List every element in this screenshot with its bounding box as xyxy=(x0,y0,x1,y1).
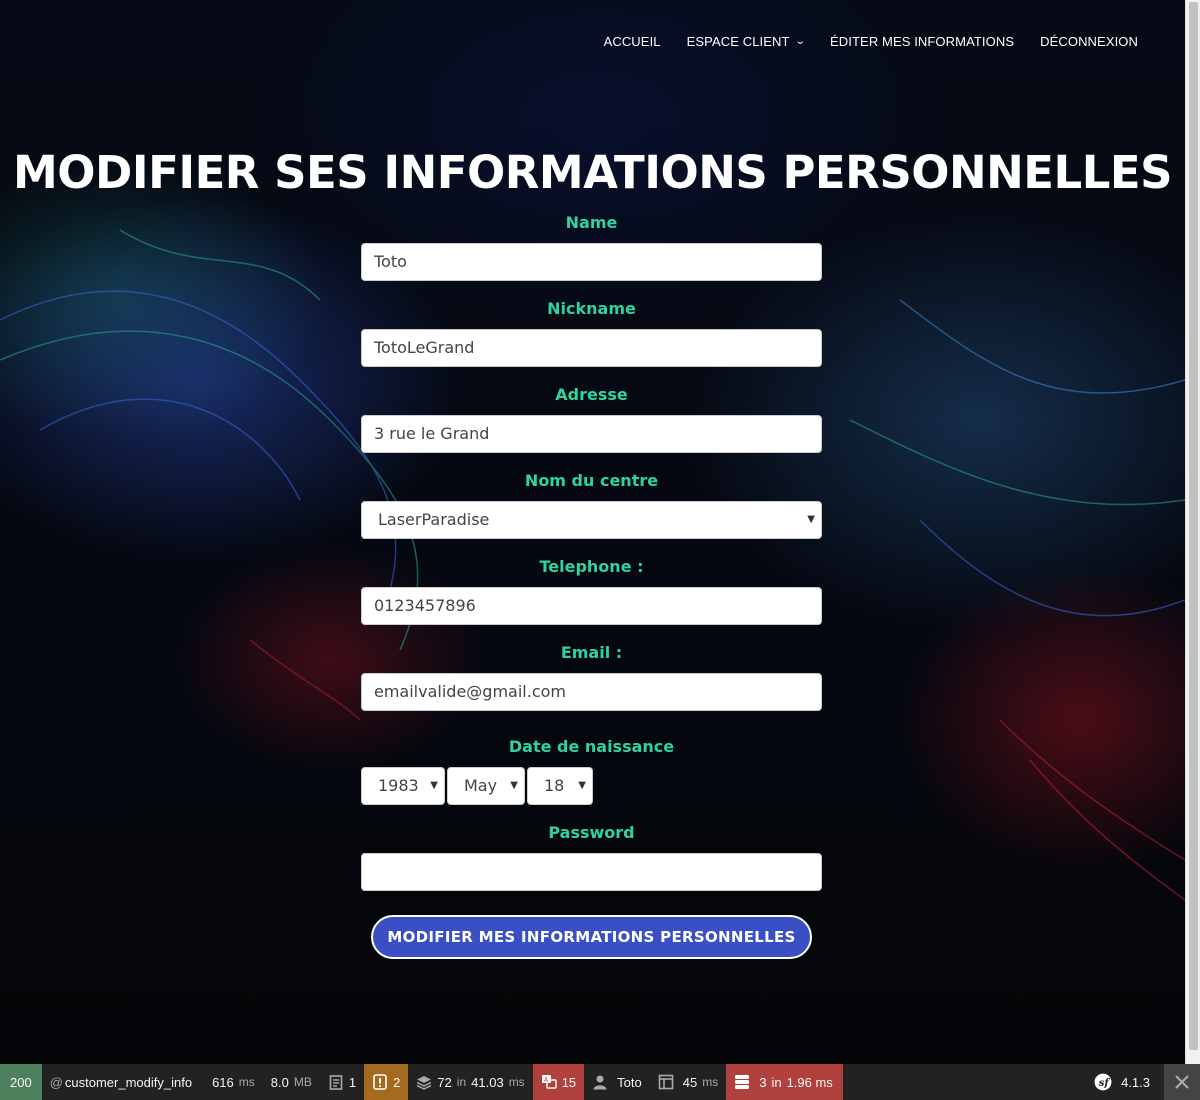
memory-panel[interactable]: 8.0 MB xyxy=(263,1064,320,1100)
dropdown-caret-icon: ▼ xyxy=(510,780,518,791)
centre-label: Nom du centre xyxy=(524,471,659,490)
nav-item-editer-informations[interactable]: ÉDITER MES INFORMATIONS xyxy=(830,34,1014,49)
exclamation-icon xyxy=(373,1074,387,1090)
logs-count: 2 xyxy=(393,1074,401,1090)
db-in: in xyxy=(771,1074,782,1090)
adresse-input[interactable]: 3 rue le Grand xyxy=(361,415,822,453)
email-field-group: Email : emailvalide@gmail.com xyxy=(361,643,822,711)
nav-item-deconnexion[interactable]: DÉCONNEXION xyxy=(1040,34,1138,49)
database-icon xyxy=(735,1075,750,1089)
forms-count: 1 xyxy=(348,1074,357,1090)
telephone-input[interactable]: 0123457896 xyxy=(361,587,822,625)
translation-count: 15 xyxy=(561,1074,577,1090)
email-label: Email : xyxy=(560,643,623,662)
translation-icon: A xyxy=(541,1075,557,1089)
password-label: Password xyxy=(548,823,635,842)
svg-text:sf: sf xyxy=(1099,1077,1111,1089)
telephone-label: Telephone : xyxy=(539,557,644,576)
birth-day-select[interactable]: 18 ▼ xyxy=(527,767,593,805)
chevron-down-icon: ⌄ xyxy=(794,36,806,47)
cache-panel[interactable]: 72 in 41.03 ms xyxy=(408,1064,532,1100)
template-icon xyxy=(658,1074,674,1090)
birth-month-select[interactable]: May ▼ xyxy=(447,767,525,805)
profile-form: Name Toto Nickname TotoLeGrand Adresse 3… xyxy=(361,213,822,891)
nav-item-espace-client[interactable]: ESPACE CLIENT ⌄ xyxy=(686,34,806,49)
route-panel[interactable]: @ customer_modify_info xyxy=(42,1064,200,1100)
page-title: MODIFIER SES INFORMATIONS PERSONNELLES xyxy=(12,146,1173,199)
status-code-badge[interactable]: 200 xyxy=(0,1064,42,1100)
nav-item-label: DÉCONNEXION xyxy=(1040,34,1138,49)
name-field-group: Name Toto xyxy=(361,213,822,281)
nav-item-label: ÉDITER MES INFORMATIONS xyxy=(830,34,1015,49)
time-value: 616 xyxy=(212,1074,234,1090)
password-input[interactable] xyxy=(361,853,822,891)
memory-value: 8.0 xyxy=(270,1074,289,1090)
dropdown-caret-icon: ▼ xyxy=(430,780,438,791)
time-panel[interactable]: 616 ms xyxy=(200,1064,263,1100)
page-scrollbar[interactable] xyxy=(1185,0,1200,1064)
cache-calls: 72 xyxy=(437,1074,452,1090)
cache-unit: ms xyxy=(508,1075,525,1089)
db-queries: 3 xyxy=(759,1074,767,1090)
centre-field-group: Nom du centre LaserParadise ▼ xyxy=(361,471,822,539)
close-icon xyxy=(1175,1075,1189,1089)
birthdate-selects: 1983 ▼ May ▼ 18 ▼ xyxy=(361,767,822,805)
birth-year-select[interactable]: 1983 ▼ xyxy=(361,767,445,805)
centre-selected-value: LaserParadise xyxy=(378,510,490,529)
debug-toolbar: 200 @ customer_modify_info 616 ms 8.0 MB… xyxy=(0,1064,1200,1100)
symfony-version: 4.1.3 xyxy=(1121,1074,1150,1090)
symfony-panel[interactable]: sf 4.1.3 xyxy=(1086,1064,1158,1100)
forms-panel[interactable]: 1 xyxy=(320,1064,364,1100)
db-time: 1.96 ms xyxy=(786,1074,833,1090)
name-input[interactable]: Toto xyxy=(361,243,822,281)
top-navigation: ACCUEIL ESPACE CLIENT ⌄ ÉDITER MES INFORM… xyxy=(578,34,1138,49)
cache-in: in xyxy=(456,1075,467,1089)
logs-panel[interactable]: 2 xyxy=(364,1064,409,1100)
birthdate-label: Date de naissance xyxy=(508,737,675,756)
twig-unit: ms xyxy=(702,1075,719,1089)
cache-time: 41.03 xyxy=(471,1074,504,1090)
telephone-field-group: Telephone : 0123457896 xyxy=(361,557,822,625)
name-label: Name xyxy=(565,213,618,232)
time-unit: ms xyxy=(238,1075,255,1089)
nickname-input[interactable]: TotoLeGrand xyxy=(361,329,822,367)
nickname-field-group: Nickname TotoLeGrand xyxy=(361,299,822,367)
nav-item-label: ESPACE CLIENT xyxy=(686,34,790,49)
twig-panel[interactable]: 45 ms xyxy=(650,1064,726,1100)
symfony-logo-icon: sf xyxy=(1094,1073,1112,1091)
user-name: Toto xyxy=(617,1074,642,1090)
nav-item-accueil[interactable]: ACCUEIL xyxy=(604,34,661,49)
clipboard-icon xyxy=(329,1075,343,1090)
route-name: customer_modify_info xyxy=(64,1074,193,1090)
submit-button[interactable]: MODIFIER MES INFORMATIONS PERSONNELLES xyxy=(371,915,812,959)
database-panel[interactable]: 3 in 1.96 ms xyxy=(726,1064,843,1100)
birthdate-field-group: Date de naissance 1983 ▼ May ▼ 18 ▼ xyxy=(361,737,822,805)
memory-unit: MB xyxy=(293,1075,312,1089)
scrollbar-thumb[interactable] xyxy=(1189,2,1198,1050)
password-field-group: Password xyxy=(361,823,822,891)
nav-item-label: ACCUEIL xyxy=(603,34,661,49)
user-icon xyxy=(593,1075,607,1090)
layers-icon xyxy=(416,1076,432,1090)
twig-time: 45 xyxy=(682,1074,698,1090)
adresse-label: Adresse xyxy=(555,385,628,404)
adresse-field-group: Adresse 3 rue le Grand xyxy=(361,385,822,453)
close-toolbar-button[interactable] xyxy=(1164,1064,1200,1100)
nickname-label: Nickname xyxy=(547,299,636,318)
user-panel[interactable]: Toto xyxy=(584,1064,650,1100)
centre-select[interactable]: LaserParadise ▼ xyxy=(361,501,822,539)
route-prefix: @ xyxy=(49,1074,63,1090)
dropdown-caret-icon: ▼ xyxy=(578,780,586,791)
translation-panel[interactable]: A 15 xyxy=(532,1064,585,1100)
birth-day-value: 18 xyxy=(544,776,565,795)
birth-month-value: May xyxy=(464,776,498,795)
birth-year-value: 1983 xyxy=(378,776,419,795)
dropdown-caret-icon: ▼ xyxy=(807,514,815,525)
email-input[interactable]: emailvalide@gmail.com xyxy=(361,673,822,711)
